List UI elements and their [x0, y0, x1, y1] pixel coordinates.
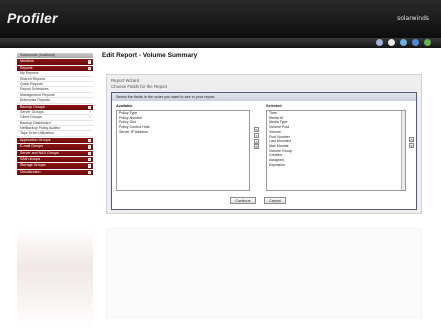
sidebar-item-label: Reports [20, 65, 33, 70]
refresh-icon[interactable] [400, 39, 407, 46]
order-buttons: ˄ ˅ [409, 137, 414, 149]
cancel-button[interactable]: Cancel [264, 197, 286, 204]
sidebar-item-20[interactable]: Virtualization + [17, 169, 93, 176]
panel-reflection [106, 228, 422, 318]
profiler-logo: Profiler [7, 10, 58, 26]
sidebar-item-label: Storage Groups [20, 163, 46, 168]
sidebar-item-label: Client Groups [20, 115, 42, 120]
sidebar-item-label: Monitors [20, 59, 34, 64]
add-all-button[interactable]: » [254, 127, 259, 132]
page-reflection [0, 228, 441, 329]
wizard-subtitle: Choose Fields for the Report [111, 84, 168, 89]
selected-fields-list[interactable]: Time Media ID Media Type Volume Pool Volume P… [266, 110, 406, 191]
sidebar-item-label: Tape Drive Utilization [20, 131, 54, 136]
sidebar-item-label: Server and NAS Groups [20, 150, 59, 155]
sidebar-item-15[interactable]: Application Groups + [17, 137, 93, 144]
sidebar-item-8[interactable]: Enterprise Reports [17, 98, 93, 104]
move-up-button[interactable]: ˄ [409, 137, 414, 142]
page-title: Edit Report - Volume Summary [102, 52, 198, 59]
sidebar-item-label: Solarwinds (localhost) [20, 53, 56, 57]
move-buttons: » › ‹ « [254, 127, 259, 150]
sidebar-item-label: Server Groups [20, 109, 44, 114]
available-fields-list[interactable]: Policy Type Policy Number Policy Slot Polic… [116, 110, 250, 191]
sidebar-item-label: Report Schedules [20, 87, 49, 92]
wizard-title: Report Wizard [111, 78, 140, 83]
globe-icon[interactable] [412, 39, 419, 46]
expand-plus-icon[interactable]: + [87, 170, 91, 175]
expand-plus-icon[interactable]: + [87, 105, 91, 109]
sidebar-item-label: Management Reports [20, 92, 55, 97]
app-header: Profiler solarwinds [0, 0, 441, 38]
sidebar-item-label: Backup Groups [20, 104, 45, 109]
expand-plus-icon[interactable]: + [87, 66, 91, 71]
instruction-text: Select the fields in the order you want … [112, 93, 416, 101]
available-label: Available [116, 104, 133, 108]
remove-all-button[interactable]: « [254, 144, 259, 150]
expand-plus-icon[interactable]: + [87, 164, 91, 168]
sidebar-item-label: Enterprise Reports [20, 98, 50, 103]
sidebar-item-17[interactable]: Server and NAS Groups + [17, 150, 93, 157]
arrow-icon[interactable] [388, 39, 395, 46]
plug-icon[interactable] [376, 39, 383, 46]
sidebar-item-label: SAN Groups [20, 157, 41, 162]
sidebar-reflection [17, 228, 93, 328]
move-down-button[interactable]: ˅ [409, 142, 414, 148]
sidebar-item-18[interactable]: SAN Groups + [17, 157, 93, 163]
sidebar-item-16[interactable]: E-mail Groups + [17, 144, 93, 150]
sidebar-item-label: Virtualization [20, 169, 41, 174]
sidebar-item-label: E-mail Groups [20, 144, 43, 149]
main-content: Edit Report - Volume Summary Report Wiza… [100, 52, 428, 214]
expand-plus-icon[interactable]: + [87, 138, 91, 143]
sidebar-item-label: Application Groups [20, 137, 51, 142]
list-item[interactable]: Server IP Address [117, 130, 249, 135]
sidebar-item-label: My Reports [20, 71, 39, 76]
expand-plus-icon[interactable]: + [87, 59, 91, 64]
add-button[interactable]: › [254, 132, 259, 138]
list-item[interactable]: Expiration [267, 163, 405, 168]
sidebar-item-label: Backup Dashboard [20, 120, 51, 125]
remove-button[interactable]: ‹ [254, 138, 259, 144]
sidebar-item-label: Shared Reports [20, 76, 46, 81]
expand-plus-icon[interactable]: + [87, 144, 91, 149]
expand-plus-icon[interactable]: + [87, 151, 91, 156]
continue-button[interactable]: Continue [230, 197, 256, 204]
report-wizard-panel: Report Wizard Choose Fields for the Repo… [106, 74, 422, 214]
field-chooser: Select the fields in the order you want … [111, 92, 417, 210]
help-icon[interactable] [424, 39, 431, 46]
icon-toolbar [0, 38, 441, 48]
sidebar-item-1[interactable]: Monitors + [17, 59, 93, 65]
sidebar-item-0[interactable]: Solarwinds (localhost) [17, 53, 93, 59]
sidebar-item-14[interactable]: Tape Drive Utilization [17, 131, 93, 137]
sidebar-item-label: Quick Reports [20, 81, 43, 86]
sidebar-item-label: NetBackup Policy Auditor [20, 126, 61, 131]
solarwinds-logo: solarwinds [397, 15, 429, 22]
sidebar-item-19[interactable]: Storage Groups + [17, 163, 93, 169]
sidebar-nav: Solarwinds (localhost) Monitors + Reports + M… [17, 52, 93, 216]
expand-plus-icon[interactable]: + [87, 157, 91, 162]
selected-label: Selected [266, 104, 282, 108]
selected-list-scrollbar[interactable] [401, 111, 405, 190]
